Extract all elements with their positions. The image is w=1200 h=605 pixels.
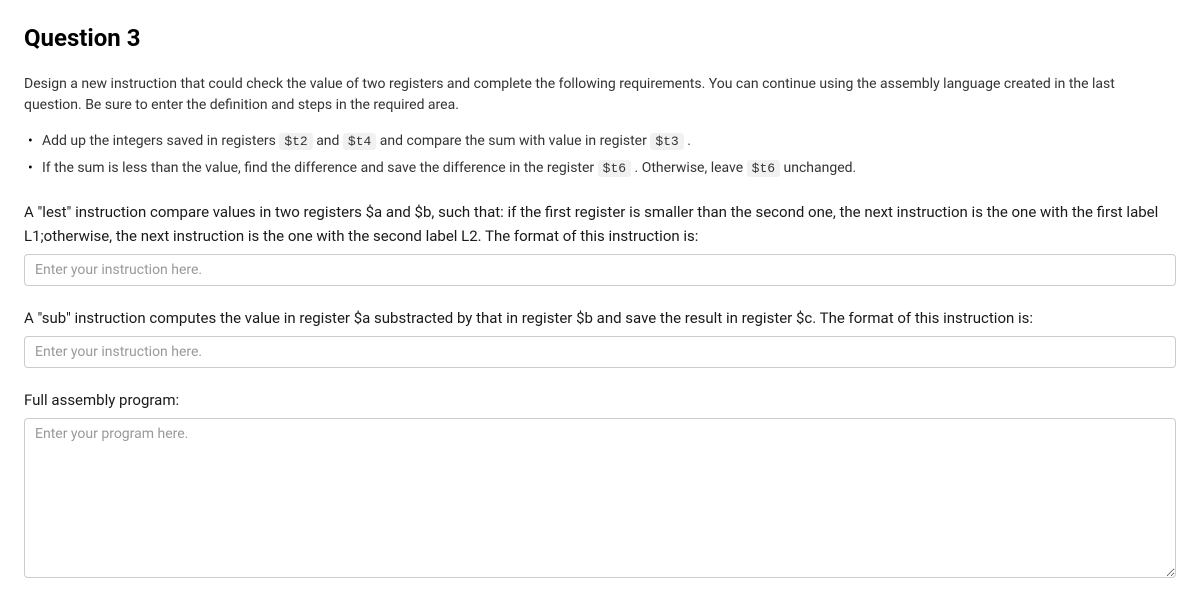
question-description: Design a new instruction that could chec… bbox=[24, 74, 1176, 116]
list-item: If the sum is less than the value, find … bbox=[42, 157, 1176, 180]
sub-instruction-input[interactable] bbox=[24, 336, 1176, 368]
code-register: $t3 bbox=[650, 133, 683, 150]
full-program-prompt: Full assembly program: bbox=[24, 388, 1176, 412]
lest-instruction-input[interactable] bbox=[24, 254, 1176, 286]
code-register: $t4 bbox=[343, 133, 376, 150]
requirements-list: Add up the integers saved in registers $… bbox=[24, 130, 1176, 180]
list-item: Add up the integers saved in registers $… bbox=[42, 130, 1176, 153]
question-title: Question 3 bbox=[24, 20, 1176, 56]
code-register: $t6 bbox=[598, 160, 631, 177]
sub-instruction-prompt: A "sub" instruction computes the value i… bbox=[24, 306, 1176, 330]
code-register: $t6 bbox=[747, 160, 780, 177]
lest-instruction-prompt: A "lest" instruction compare values in t… bbox=[24, 200, 1176, 248]
full-program-textarea[interactable] bbox=[24, 418, 1176, 578]
code-register: $t2 bbox=[279, 133, 312, 150]
